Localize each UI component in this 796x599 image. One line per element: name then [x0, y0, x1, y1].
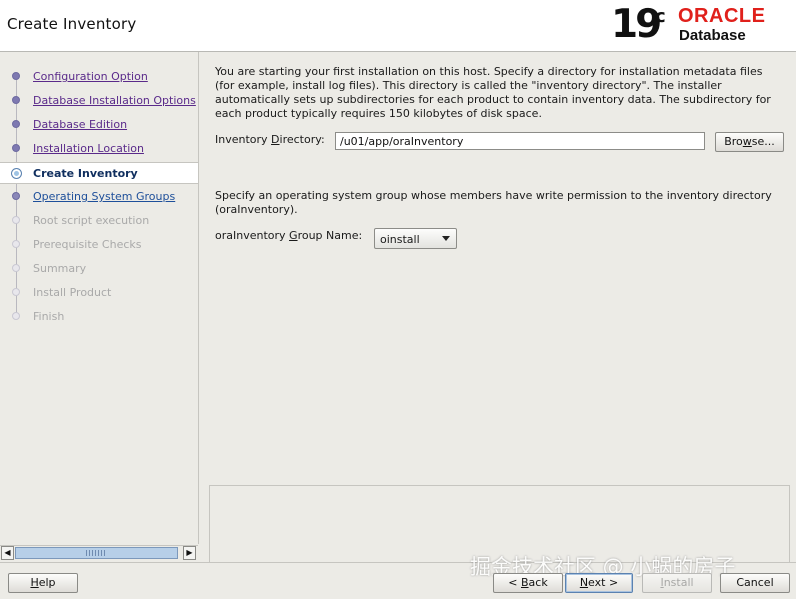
step-indicator-icon — [12, 120, 20, 128]
step-indicator-icon — [12, 72, 20, 80]
step-indicator-icon — [11, 168, 22, 179]
label-mnemonic: G — [289, 229, 298, 242]
window-title: Create Inventory — [7, 15, 137, 33]
button-text: ext > — [588, 576, 619, 589]
oracle-logo: ORACLE — [678, 5, 766, 27]
install-button[interactable]: Install — [642, 573, 712, 593]
step-indicator-icon — [12, 240, 20, 248]
step-root-script-execution: Root script execution — [0, 210, 198, 232]
step-database-edition[interactable]: Database Edition — [0, 114, 198, 136]
step-indicator-icon — [12, 96, 20, 104]
inventory-group-label: oraInventory Group Name: — [215, 229, 362, 242]
label-mnemonic: D — [271, 133, 280, 146]
scroll-right-icon[interactable]: ▶ — [183, 546, 196, 560]
browse-button[interactable]: Browse... — [715, 132, 784, 152]
step-label: Database Installation Options — [33, 94, 196, 107]
step-indicator-icon — [12, 192, 20, 200]
step-label: Database Edition — [33, 118, 128, 131]
button-mnemonic: w — [742, 135, 752, 148]
button-mnemonic: N — [579, 576, 589, 589]
scroll-left-icon[interactable]: ◀ — [1, 546, 14, 560]
step-indicator-icon — [12, 264, 20, 272]
inventory-directory-label: Inventory Directory: — [215, 133, 325, 146]
step-prerequisite-checks: Prerequisite Checks — [0, 234, 198, 256]
chevron-down-icon — [442, 236, 450, 241]
step-create-inventory: Create Inventory — [0, 162, 198, 184]
step-indicator-icon — [12, 216, 20, 224]
grip-icon — [86, 550, 106, 556]
group-description: Specify an operating system group whose … — [215, 189, 772, 216]
button-text: nstall — [663, 576, 694, 589]
button-text: ack — [528, 576, 548, 589]
button-mnemonic: H — [30, 576, 39, 589]
step-label: Operating System Groups — [33, 190, 176, 203]
back-button[interactable]: < Back — [493, 573, 563, 593]
step-indicator-icon — [12, 288, 20, 296]
version-number: 19 — [611, 2, 662, 47]
product-name: Database — [679, 27, 746, 44]
step-label: Root script execution — [33, 214, 150, 227]
header-banner: Create Inventory 19 c ORACLE Database — [0, 0, 796, 52]
button-text: Bro — [724, 135, 743, 148]
step-summary: Summary — [0, 258, 198, 280]
help-button[interactable]: Help — [8, 573, 78, 593]
next-button[interactable]: Next > — [565, 573, 633, 593]
label-text: irectory: — [279, 133, 325, 146]
button-text: se... — [751, 135, 775, 148]
steps-panel: Configuration Option Database Installatio… — [0, 52, 199, 544]
step-database-installation-options[interactable]: Database Installation Options — [0, 90, 198, 112]
main-content: You are starting your first installation… — [199, 52, 796, 563]
inventory-group-select[interactable]: oinstall — [374, 228, 457, 249]
scroll-thumb[interactable] — [15, 547, 178, 559]
inventory-description: You are starting your first installation… — [215, 65, 771, 120]
version-suffix: c — [655, 6, 666, 27]
step-installation-location[interactable]: Installation Location — [0, 138, 198, 160]
cancel-button[interactable]: Cancel — [720, 573, 790, 593]
label-text: oraInventory — [215, 229, 290, 242]
step-configuration-option[interactable]: Configuration Option — [0, 66, 198, 88]
step-label: Create Inventory — [33, 167, 138, 180]
step-indicator-icon — [12, 312, 20, 320]
step-label: Configuration Option — [33, 70, 148, 83]
step-indicator-icon — [12, 144, 20, 152]
button-text: < — [508, 576, 521, 589]
label-text: Inventory — [215, 133, 272, 146]
step-operating-system-groups[interactable]: Operating System Groups — [0, 186, 198, 208]
step-finish: Finish — [0, 306, 198, 328]
label-text: roup Name: — [297, 229, 363, 242]
step-label: Installation Location — [33, 142, 144, 155]
step-install-product: Install Product — [0, 282, 198, 304]
step-label: Install Product — [33, 286, 112, 299]
steps-horizontal-scrollbar[interactable]: ◀ ▶ — [0, 545, 198, 563]
selected-group: oinstall — [380, 233, 420, 246]
button-text: elp — [38, 576, 56, 589]
button-mnemonic: B — [521, 576, 529, 589]
step-label: Prerequisite Checks — [33, 238, 142, 251]
step-label: Finish — [33, 310, 65, 323]
step-label: Summary — [33, 262, 87, 275]
inventory-directory-input[interactable] — [335, 132, 705, 150]
